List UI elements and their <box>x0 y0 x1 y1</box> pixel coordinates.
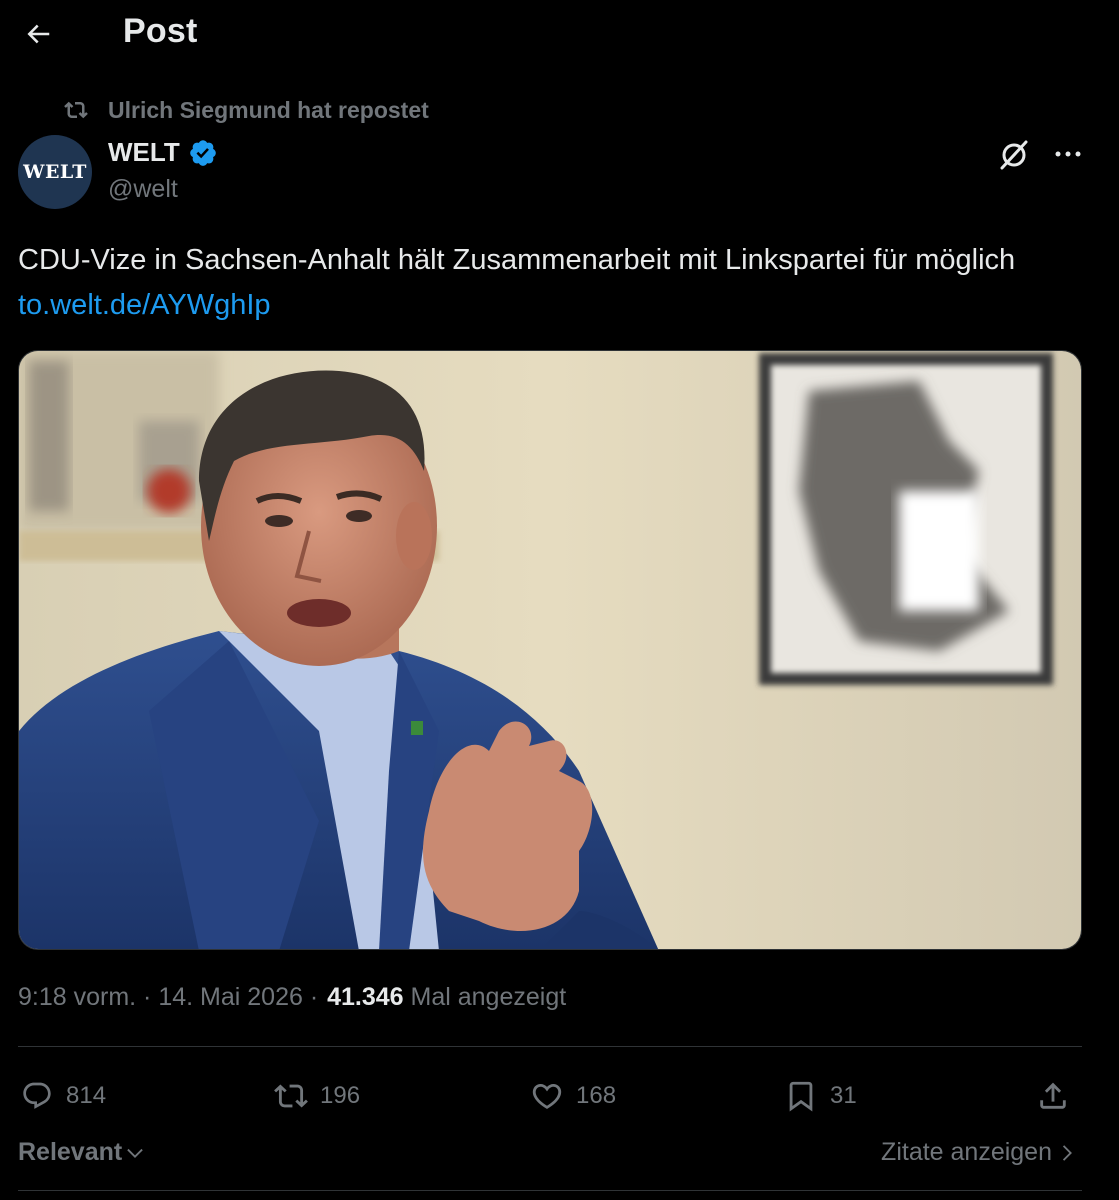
reply-count: 814 <box>66 1082 107 1109</box>
more-icon <box>1055 151 1081 157</box>
share-button[interactable] <box>1034 1072 1082 1120</box>
bookmark-button[interactable]: 31 <box>782 1072 857 1120</box>
repost-action-icon <box>272 1077 310 1115</box>
post-time[interactable]: 9:18 vorm. <box>18 983 136 1012</box>
reply-sort-row: Relevant Zitate anzeigen <box>18 1136 1082 1176</box>
post-date[interactable]: 14. Mai 2026 <box>158 983 303 1012</box>
repost-icon <box>64 96 92 124</box>
chevron-right-icon <box>1062 1144 1072 1161</box>
verified-badge-icon <box>189 139 216 166</box>
post-body: CDU-Vize in Sachsen-Anhalt hält Zusammen… <box>18 244 1016 276</box>
views-label-text: Mal angezeigt <box>410 983 567 1011</box>
post-text: CDU-Vize in Sachsen-Anhalt hält Zusammen… <box>18 238 1088 328</box>
reply-icon <box>18 1077 56 1115</box>
quotes-label: Zitate anzeigen <box>881 1138 1052 1166</box>
like-button[interactable]: 168 <box>528 1072 616 1120</box>
repost-button[interactable]: 196 <box>272 1072 360 1120</box>
repost-indicator[interactable]: Ulrich Siegmund hat repostet <box>64 96 429 124</box>
avatar-logo-text: WELT <box>23 161 87 183</box>
author-name-text: WELT <box>108 137 180 167</box>
sort-dropdown[interactable]: Relevant <box>18 1138 146 1167</box>
views-label <box>404 983 411 1012</box>
bookmark-count: 31 <box>830 1082 857 1109</box>
bookmark-icon <box>782 1077 820 1115</box>
post-meta: 9:18 vorm. · 14. Mai 2026 · 41.346 Mal a… <box>18 983 566 1012</box>
divider <box>18 1046 1082 1047</box>
action-bar: 814 196 168 31 <box>18 1072 1082 1120</box>
grok-icon <box>1000 140 1028 170</box>
author-handle[interactable]: @welt <box>108 175 178 204</box>
post-image[interactable] <box>18 350 1082 950</box>
more-options-button[interactable] <box>1048 136 1088 172</box>
view-quotes-link[interactable]: Zitate anzeigen <box>881 1138 1078 1167</box>
repost-text: Ulrich Siegmund hat repostet <box>108 96 429 123</box>
share-icon <box>1034 1077 1072 1115</box>
grok-button[interactable] <box>996 136 1032 172</box>
author-name[interactable]: WELT <box>108 137 218 168</box>
post-link[interactable]: to.welt.de/AYWghIp <box>18 289 271 321</box>
top-bar: Post <box>0 0 1119 66</box>
avatar[interactable]: WELT <box>18 135 92 209</box>
post-photo <box>19 351 1081 949</box>
page-title: Post <box>123 12 198 50</box>
reply-button[interactable]: 814 <box>18 1072 106 1120</box>
separator: · <box>136 983 159 1011</box>
back-arrow-icon <box>27 24 50 44</box>
divider <box>18 1190 1082 1191</box>
back-button[interactable] <box>18 14 58 54</box>
like-count: 168 <box>576 1082 617 1109</box>
sort-label: Relevant <box>18 1138 123 1166</box>
repost-count: 196 <box>320 1082 361 1109</box>
view-count: 41.346 <box>327 983 404 1011</box>
like-icon <box>528 1077 566 1115</box>
chevron-down-icon <box>127 1148 143 1158</box>
separator: · <box>302 983 326 1011</box>
